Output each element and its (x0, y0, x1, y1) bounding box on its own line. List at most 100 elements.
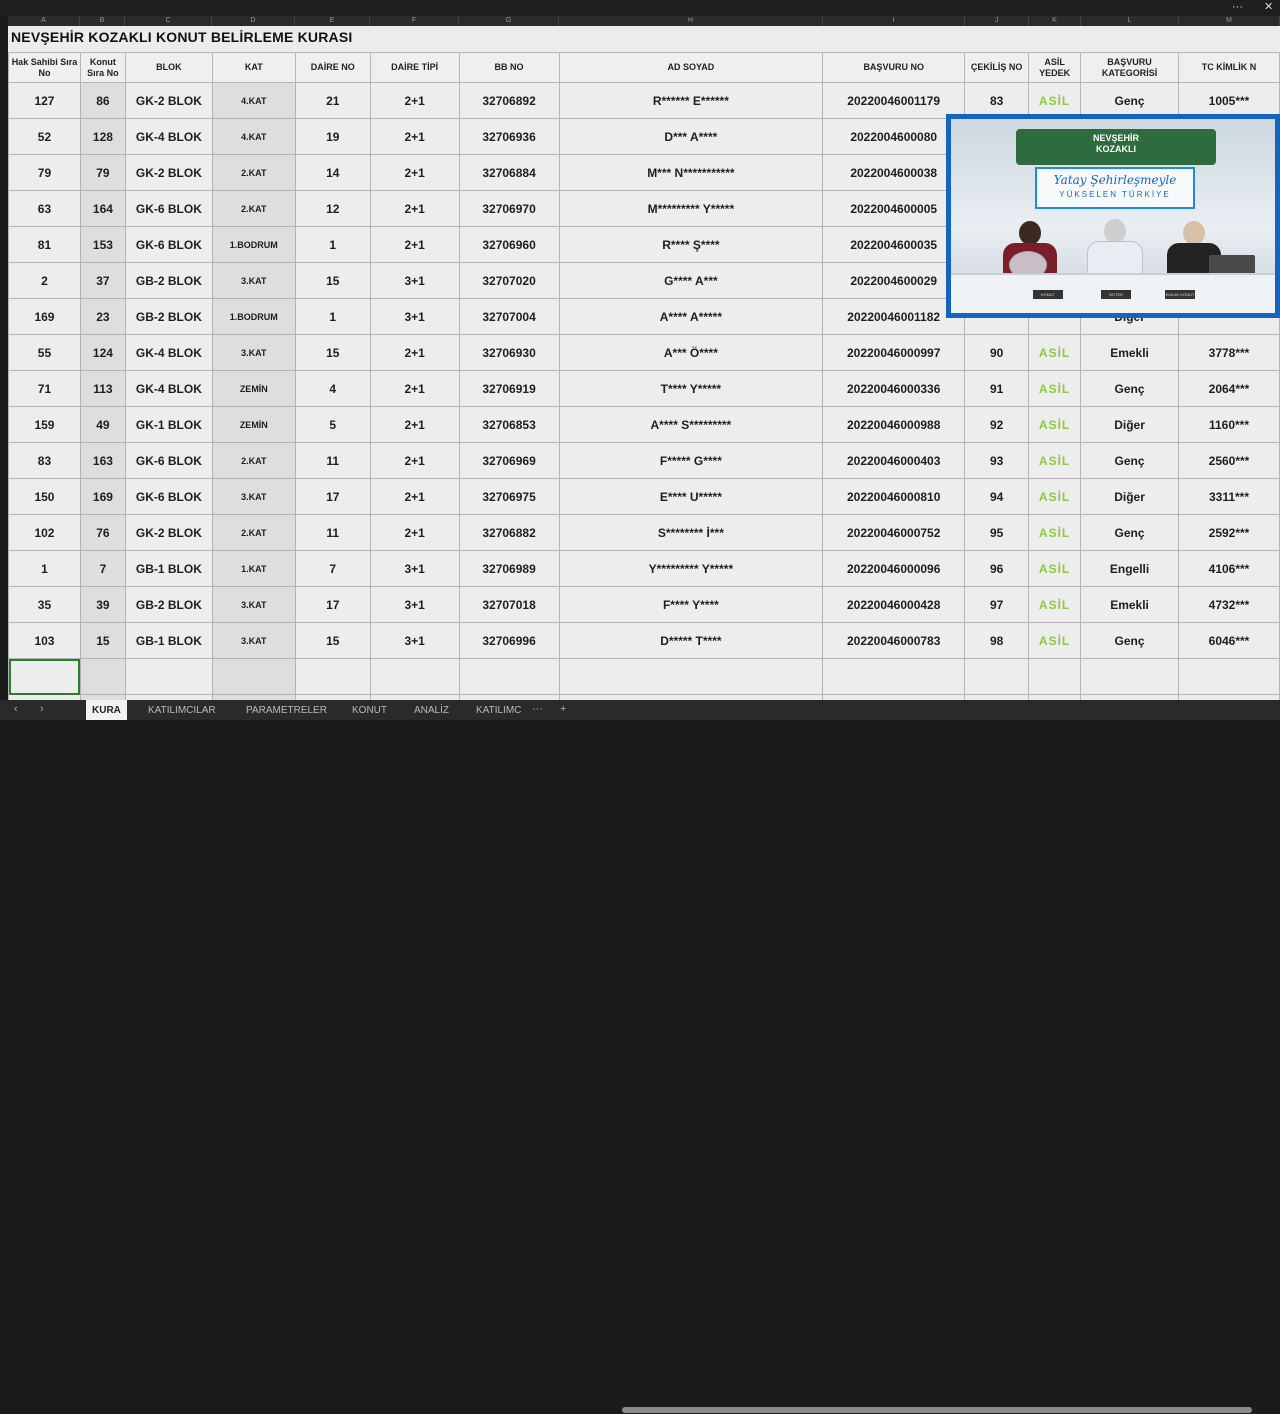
table-cell[interactable]: 11 (294, 442, 371, 479)
close-icon[interactable]: ✕ (1264, 0, 1273, 14)
add-sheet-icon[interactable]: + (560, 703, 566, 715)
column-letter[interactable]: C (125, 16, 212, 26)
table-cell[interactable]: 95 (964, 514, 1030, 551)
table-cell[interactable]: 1160*** (1178, 406, 1280, 443)
table-cell[interactable]: 2064*** (1178, 370, 1280, 407)
column-header[interactable]: BLOK (124, 52, 213, 83)
table-cell[interactable]: 32706989 (458, 550, 560, 587)
table-cell[interactable]: D***** T**** (558, 622, 824, 659)
table-cell[interactable]: 2+1 (369, 82, 460, 119)
table-cell[interactable]: 2 (8, 262, 81, 299)
table-cell[interactable]: 1.BODRUM (211, 298, 296, 335)
table-cell[interactable]: T**** Y***** (558, 370, 824, 407)
tab-parametreler[interactable]: PARAMETRELER (240, 700, 333, 720)
table-cell[interactable]: 2560*** (1178, 442, 1280, 479)
scrollbar-thumb[interactable] (622, 1407, 1252, 1413)
table-cell[interactable]: 32706930 (458, 334, 560, 371)
column-header[interactable]: TC KİMLİK N (1178, 52, 1280, 83)
tab-kura[interactable]: KURA (86, 700, 127, 720)
table-cell[interactable]: GK-6 BLOK (124, 478, 213, 515)
video-overlay[interactable]: NEVŞEHİR KOZAKLI Yatay Şehirleşmeyle YÜK… (946, 114, 1280, 318)
table-cell[interactable]: 164 (79, 190, 126, 227)
table-row[interactable]: 102 76 GK-2 BLOK 2.KAT 11 2+1 32706882 S*******… (8, 514, 1280, 551)
table-cell[interactable]: 4106*** (1178, 550, 1280, 587)
table-cell[interactable]: 83 (8, 442, 81, 479)
table-cell[interactable]: 163 (79, 442, 126, 479)
table-cell[interactable]: 2+1 (369, 514, 460, 551)
table-cell[interactable]: GK-6 BLOK (124, 226, 213, 263)
table-cell[interactable]: 20220046000783 (822, 622, 966, 659)
table-cell[interactable] (458, 658, 560, 695)
table-cell[interactable]: ASİL (1028, 586, 1082, 623)
table-cell[interactable] (211, 658, 296, 695)
table-cell[interactable]: Genç (1080, 370, 1179, 407)
table-cell[interactable]: 2+1 (369, 226, 460, 263)
table-cell[interactable] (1028, 658, 1082, 695)
table-cell[interactable]: A**** S********* (558, 406, 824, 443)
column-letter[interactable]: G (459, 16, 559, 26)
table-cell[interactable]: ASİL (1028, 550, 1082, 587)
table-cell[interactable]: 159 (8, 406, 81, 443)
table-cell[interactable]: 4.KAT (211, 118, 296, 155)
table-cell[interactable]: 1.BODRUM (211, 226, 296, 263)
table-cell[interactable]: Genç (1080, 514, 1179, 551)
table-cell[interactable]: 2+1 (369, 118, 460, 155)
table-cell[interactable]: 91 (964, 370, 1030, 407)
table-cell[interactable]: 5 (294, 406, 371, 443)
table-cell[interactable] (1080, 658, 1179, 695)
table-cell[interactable]: R****** E****** (558, 82, 824, 119)
column-letter[interactable]: M (1179, 16, 1280, 26)
column-letter[interactable]: L (1081, 16, 1179, 26)
table-cell[interactable]: 4732*** (1178, 586, 1280, 623)
column-header[interactable]: DAİRE TİPİ (369, 52, 460, 83)
table-cell[interactable]: 52 (8, 118, 81, 155)
table-cell[interactable]: Genç (1080, 622, 1179, 659)
table-cell[interactable]: D*** A**** (558, 118, 824, 155)
table-row[interactable]: 71 113 GK-4 BLOK ZEMİN 4 2+1 32706919 T**** Y**… (8, 370, 1280, 407)
table-cell[interactable]: 20220046001179 (822, 82, 966, 119)
table-cell[interactable]: 15 (294, 622, 371, 659)
table-cell[interactable]: 20220046000752 (822, 514, 966, 551)
table-cell[interactable]: 20220046000336 (822, 370, 966, 407)
table-cell[interactable]: 7 (79, 550, 126, 587)
table-cell[interactable]: GK-2 BLOK (124, 82, 213, 119)
table-cell[interactable]: 32706853 (458, 406, 560, 443)
table-cell[interactable] (124, 658, 213, 695)
table-cell[interactable]: 2+1 (369, 406, 460, 443)
tab-konut[interactable]: KONUT (346, 700, 393, 720)
table-cell[interactable]: 23 (79, 298, 126, 335)
table-cell[interactable]: 32706996 (458, 622, 560, 659)
table-cell[interactable]: S******** İ*** (558, 514, 824, 551)
table-cell[interactable]: 63 (8, 190, 81, 227)
table-row[interactable]: 83 163 GK-6 BLOK 2.KAT 11 2+1 32706969 F***** G… (8, 442, 1280, 479)
table-cell[interactable]: 20220046000988 (822, 406, 966, 443)
table-cell[interactable]: 3.KAT (211, 262, 296, 299)
table-cell[interactable]: 19 (294, 118, 371, 155)
table-cell[interactable]: 2.KAT (211, 442, 296, 479)
table-cell[interactable]: 169 (8, 298, 81, 335)
table-cell[interactable]: 17 (294, 586, 371, 623)
table-cell[interactable]: ASİL (1028, 370, 1082, 407)
table-cell[interactable]: 32706970 (458, 190, 560, 227)
table-cell[interactable]: 103 (8, 622, 81, 659)
table-cell[interactable]: 32706884 (458, 154, 560, 191)
column-header[interactable]: BAŞVURU NO (822, 52, 966, 83)
table-cell[interactable]: 39 (79, 586, 126, 623)
table-cell[interactable]: 14 (294, 154, 371, 191)
table-cell[interactable]: GK-4 BLOK (124, 118, 213, 155)
tab-analiz[interactable]: ANALİZ (408, 700, 455, 720)
tab-prev-icon[interactable]: ‹ (14, 703, 18, 715)
table-cell[interactable]: 32707004 (458, 298, 560, 335)
horizontal-scrollbar[interactable] (612, 1406, 1280, 1414)
table-cell[interactable]: 81 (8, 226, 81, 263)
table-row[interactable]: 55 124 GK-4 BLOK 3.KAT 15 2+1 32706930 A*** Ö**… (8, 334, 1280, 371)
table-cell[interactable]: 169 (79, 478, 126, 515)
table-cell[interactable]: GB-2 BLOK (124, 298, 213, 335)
tab-next-icon[interactable]: › (40, 703, 44, 715)
column-header[interactable]: AD SOYAD (558, 52, 824, 83)
table-cell[interactable]: 15 (294, 262, 371, 299)
table-cell[interactable]: 3.KAT (211, 586, 296, 623)
table-cell[interactable]: 1 (294, 298, 371, 335)
empty-row[interactable] (8, 658, 1280, 695)
table-cell[interactable]: 32706936 (458, 118, 560, 155)
